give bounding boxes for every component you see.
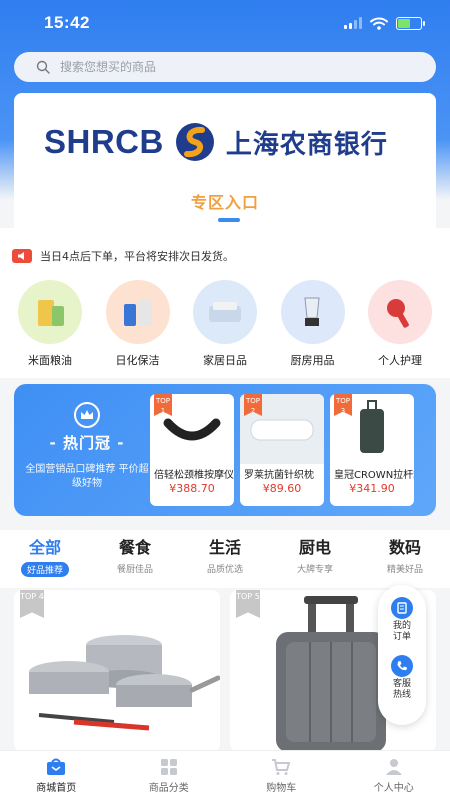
floating-service-panel: 我的订单 客服热线 (378, 585, 426, 725)
search-bar[interactable] (14, 52, 436, 82)
tab-label: 厨电 (298, 538, 331, 557)
tab-sublabel: 好品推荐 (20, 562, 69, 577)
hot-item-name: 倍轻松颈椎按摩仪 (154, 470, 234, 481)
phone-icon (391, 655, 413, 677)
my-orders-button[interactable]: 我的订单 (389, 597, 415, 643)
pillow-image: TOP 2 (240, 394, 324, 464)
nav-categories[interactable]: 商品分类 (124, 758, 214, 794)
category-label: 日化保洁 (115, 354, 160, 367)
tab-life[interactable]: 生活 品质优选 (185, 530, 265, 588)
tab-sublabel: 精美好品 (386, 565, 423, 575)
battery-icon (396, 16, 425, 30)
hot-item-price: ¥388.70 (169, 482, 215, 495)
category-personal-care[interactable]: 个人护理 (364, 280, 436, 368)
speaker-icon (12, 249, 32, 263)
nav-home[interactable]: 商城首页 (11, 758, 101, 794)
orders-icon (391, 597, 413, 619)
cart-icon (272, 758, 291, 775)
luggage-image: TOP 3 (330, 394, 414, 464)
nav-label: 购物车 (266, 782, 297, 794)
tab-appliance[interactable]: 厨电 大牌专享 (275, 530, 355, 588)
home-goods-icon (193, 280, 257, 344)
hot-item-price: ¥341.90 (349, 482, 395, 495)
category-label: 米面粮油 (28, 354, 72, 367)
notice-text: 当日4点后下单，平台将安排次日发货。 (40, 250, 234, 263)
hot-item-name: 罗莱抗菌针织枕 (244, 470, 314, 481)
product-card-cookware[interactable]: TOP 4 (14, 590, 220, 752)
neck-massager-image: TOP 1 (150, 394, 234, 464)
grain-oil-icon (18, 280, 82, 344)
kitchen-icon (280, 280, 345, 344)
hot-ranking-header: - 热门冠 - 全国营销品口碑推荐 平价超级好物 (22, 402, 152, 491)
bank-logo: SHRCB 上海农商银行 (44, 121, 388, 163)
daily-chemical-icon (105, 280, 170, 344)
service-hotline-button[interactable]: 客服热线 (389, 655, 415, 701)
category-label: 个人护理 (378, 354, 422, 367)
top-badge: TOP 3 (334, 394, 352, 416)
category-label: 厨房用品 (290, 354, 335, 367)
wifi-icon (370, 17, 388, 30)
top-badge: TOP 2 (244, 394, 262, 416)
nav-profile[interactable]: 个人中心 (349, 758, 439, 794)
service-hotline-label: 客服热线 (392, 679, 411, 700)
nav-label: 个人中心 (373, 782, 414, 794)
bank-emblem-icon (175, 123, 214, 161)
tab-sublabel: 大牌专享 (296, 565, 333, 575)
hot-ranking-subtitle: 全国营销品口碑推荐 平价超级好物 (25, 464, 149, 489)
category-daily-chemical[interactable]: 日化保洁 (102, 280, 174, 368)
tab-digital[interactable]: 数码 精美好品 (365, 530, 445, 588)
search-icon (36, 60, 50, 74)
hot-ranking-title: - 热门冠 - (49, 434, 125, 452)
hot-item-1[interactable]: TOP 1 倍轻松颈椎按摩仪 ¥388.70 (150, 394, 234, 506)
status-time: 15:42 (44, 13, 90, 32)
personal-care-icon (368, 280, 432, 344)
hot-item-2[interactable]: TOP 2 罗莱抗菌针织枕 ¥89.60 (240, 394, 324, 506)
hot-ranking-card[interactable]: - 热门冠 - 全国营销品口碑推荐 平价超级好物 TOP 1 倍轻松颈椎按摩仪 … (14, 384, 436, 516)
shop-bag-icon (47, 758, 66, 775)
tab-sublabel: 餐厨佳品 (116, 565, 153, 575)
product-grid: TOP 4 TOP 5 (14, 590, 436, 752)
hot-item-3[interactable]: TOP 3 皇冠CROWN拉杆箱 ¥341.90 (330, 394, 414, 506)
my-orders-label: 我的订单 (392, 621, 411, 642)
category-home-goods[interactable]: 家居日品 (189, 280, 261, 368)
tab-label: 全部 (28, 538, 61, 557)
nav-label: 商城首页 (36, 782, 77, 794)
hot-item-price: ¥89.60 (262, 482, 302, 495)
category-grain-oil[interactable]: 米面粮油 (14, 280, 86, 368)
notice-bar: 当日4点后下单，平台将安排次日发货。 (12, 248, 234, 264)
category-list: 米面粮油 日化保洁 家居日品 厨房用品 个人护理 (14, 280, 436, 368)
bottom-navigation: 商城首页 商品分类 购物车 个人中心 (0, 750, 450, 800)
tab-all[interactable]: 全部 好品推荐 (5, 530, 85, 588)
banner-page-indicator (218, 218, 240, 222)
tab-label: 餐食 (118, 538, 151, 557)
nav-cart[interactable]: 购物车 (236, 758, 326, 794)
status-icons (344, 16, 425, 30)
hot-item-name: 皇冠CROWN拉杆箱 (334, 470, 414, 481)
tab-label: 生活 (208, 538, 241, 557)
status-bar: 15:42 (0, 0, 450, 46)
bank-name-en: SHRCB (44, 123, 164, 160)
crown-icon (74, 402, 100, 428)
category-kitchen[interactable]: 厨房用品 (277, 280, 349, 368)
bank-banner[interactable]: SHRCB 上海农商银行 专区入口 (14, 93, 436, 228)
tab-food[interactable]: 餐食 餐厨佳品 (95, 530, 175, 588)
category-label: 家居日品 (203, 354, 247, 367)
search-input[interactable] (60, 60, 400, 74)
bank-name-cn: 上海农商银行 (225, 129, 388, 160)
signal-icon (344, 17, 362, 29)
cookware-image (29, 635, 220, 731)
nav-label: 商品分类 (148, 782, 189, 794)
grid-icon (160, 758, 177, 775)
person-icon (385, 758, 402, 775)
tab-sublabel: 品质优选 (206, 565, 243, 575)
zone-entry-link[interactable]: 专区入口 (14, 189, 436, 213)
tab-label: 数码 (388, 538, 421, 557)
category-tabs: 全部 好品推荐 餐食 餐厨佳品 生活 品质优选 厨电 大牌专享 数码 精美好品 (0, 530, 450, 588)
